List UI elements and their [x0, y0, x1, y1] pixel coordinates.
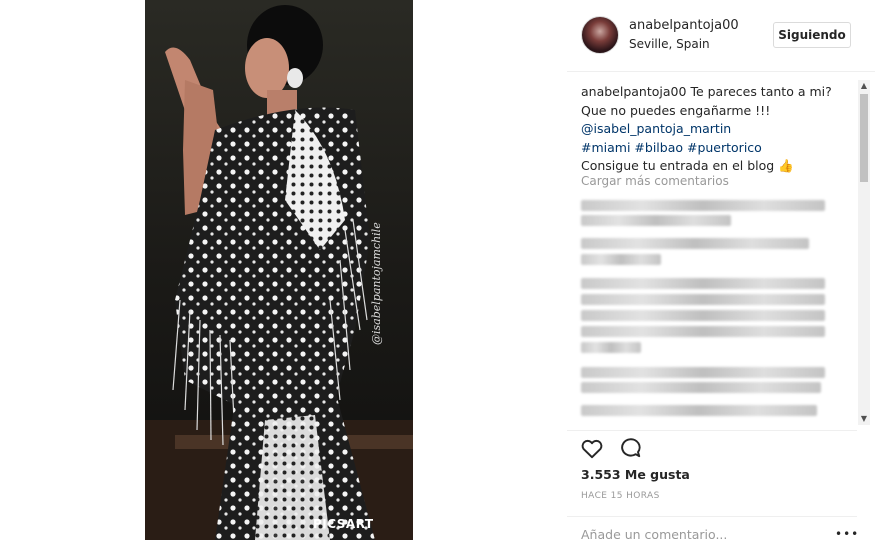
comments-scrollbar[interactable]: ▲ ▼	[858, 80, 870, 425]
post-details-panel: anabelpantoja00 Seville, Spain Siguiendo…	[567, 0, 875, 540]
caption-username[interactable]: anabelpantoja00	[581, 84, 686, 99]
comments-list[interactable]: anabelpantoja00 Te pareces tanto a mi? Q…	[567, 80, 857, 425]
heart-icon[interactable]	[579, 435, 605, 461]
load-more-comments-link[interactable]: Cargar más comentarios	[581, 174, 729, 188]
post-photo[interactable]: @isabelpantojamchile PICSART	[145, 0, 413, 540]
photo-watermark-handle: @isabelpantojamchile	[370, 222, 383, 345]
photo-watermark-app: PICSART	[313, 517, 374, 531]
scroll-up-arrow-icon[interactable]: ▲	[858, 80, 870, 92]
post-header: anabelpantoja00 Seville, Spain Siguiendo	[567, 0, 875, 72]
likes-count[interactable]: 3.553 Me gusta	[581, 467, 690, 482]
caption-line-5: Consigue tu entrada en el blog 👍	[581, 158, 794, 173]
comment-icon[interactable]	[617, 435, 643, 461]
scrollbar-thumb[interactable]	[860, 94, 868, 182]
post-caption: anabelpantoja00 Te pareces tanto a mi? Q…	[581, 83, 843, 176]
caption-mention-link[interactable]: @isabel_pantoja_martin	[581, 120, 843, 139]
post-actions: 3.553 Me gusta HACE 15 HORAS Añade un co…	[567, 430, 859, 540]
following-button[interactable]: Siguiendo	[773, 22, 851, 48]
more-options-icon[interactable]: •••	[835, 527, 859, 540]
header-location[interactable]: Seville, Spain	[629, 37, 710, 51]
avatar[interactable]	[581, 16, 619, 54]
caption-line-1: Te pareces tanto a mi?	[690, 84, 832, 99]
header-username[interactable]: anabelpantoja00	[629, 18, 739, 33]
scroll-down-arrow-icon[interactable]: ▼	[858, 413, 870, 425]
add-comment-placeholder[interactable]: Añade un comentario...	[581, 527, 727, 540]
post-timestamp[interactable]: HACE 15 HORAS	[581, 491, 660, 501]
caption-line-2: Que no puedes engañarme !!!	[581, 102, 771, 118]
caption-hashtags-link[interactable]: #miami #bilbao #puertorico	[581, 139, 843, 158]
add-comment-field[interactable]: Añade un comentario... •••	[567, 516, 859, 540]
